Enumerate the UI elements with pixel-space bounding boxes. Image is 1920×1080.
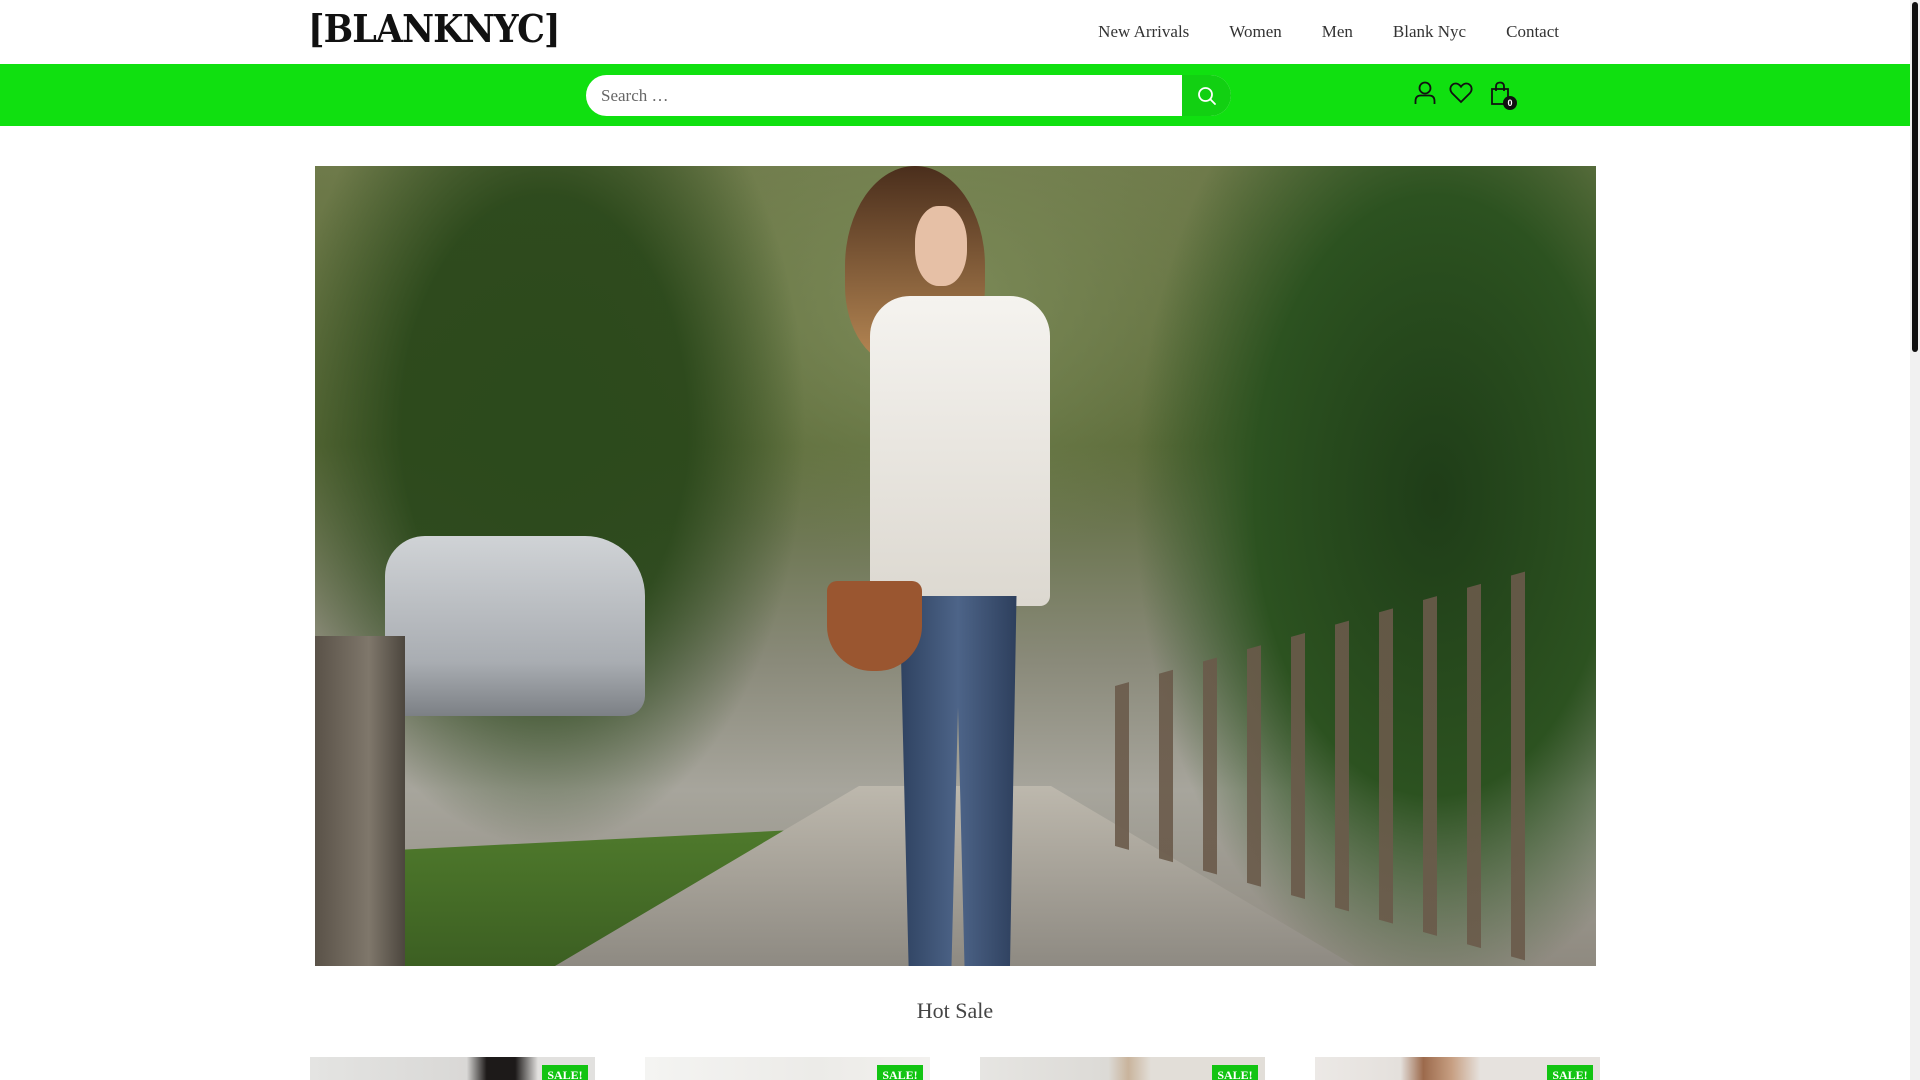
nav-contact[interactable]: Contact [1506,22,1559,42]
heart-icon [1449,82,1473,104]
sale-badge: SALE! [877,1065,923,1080]
search-input[interactable] [586,75,1182,116]
user-icon [1414,81,1436,104]
nav-women[interactable]: Women [1229,22,1281,42]
scrollbar-thumb[interactable] [1912,2,1918,352]
nav-new-arrivals[interactable]: New Arrivals [1098,22,1189,42]
product-card[interactable]: SALE! [980,1057,1265,1080]
search-button[interactable] [1182,75,1231,116]
sale-badge: SALE! [542,1065,588,1080]
wishlist-button[interactable] [1448,80,1474,106]
account-button[interactable] [1412,80,1438,106]
product-card[interactable]: SALE! [1315,1057,1600,1080]
hero-tree-trunk [315,636,405,966]
hero-model-bag [827,581,922,671]
hero-model-face [915,206,967,286]
hero-banner-image[interactable] [315,166,1596,966]
cart-count-badge: 0 [1503,96,1517,110]
product-card[interactable]: SALE! [645,1057,930,1080]
sale-badge: SALE! [1212,1065,1258,1080]
hot-sale-products: SALE! SALE! SALE! SALE! [310,1057,1602,1080]
product-card[interactable]: SALE! [310,1057,595,1080]
sale-badge: SALE! [1547,1065,1593,1080]
site-logo[interactable]: [BLANKNYC] [308,6,561,51]
site-header: [BLANKNYC] New Arrivals Women Men Blank … [0,0,1910,64]
search-icon [1197,86,1216,105]
nav-blank-nyc[interactable]: Blank Nyc [1393,22,1466,42]
search-form [586,75,1231,116]
hot-sale-title: Hot Sale [916,998,994,1023]
main-nav: New Arrivals Women Men Blank Nyc Contact [1058,0,1559,64]
hero-car [385,536,645,716]
search-bar-strip [0,64,1910,126]
page-scrollbar[interactable] [1910,0,1920,1080]
hero-model-blouse [870,296,1050,606]
nav-men[interactable]: Men [1322,22,1353,42]
